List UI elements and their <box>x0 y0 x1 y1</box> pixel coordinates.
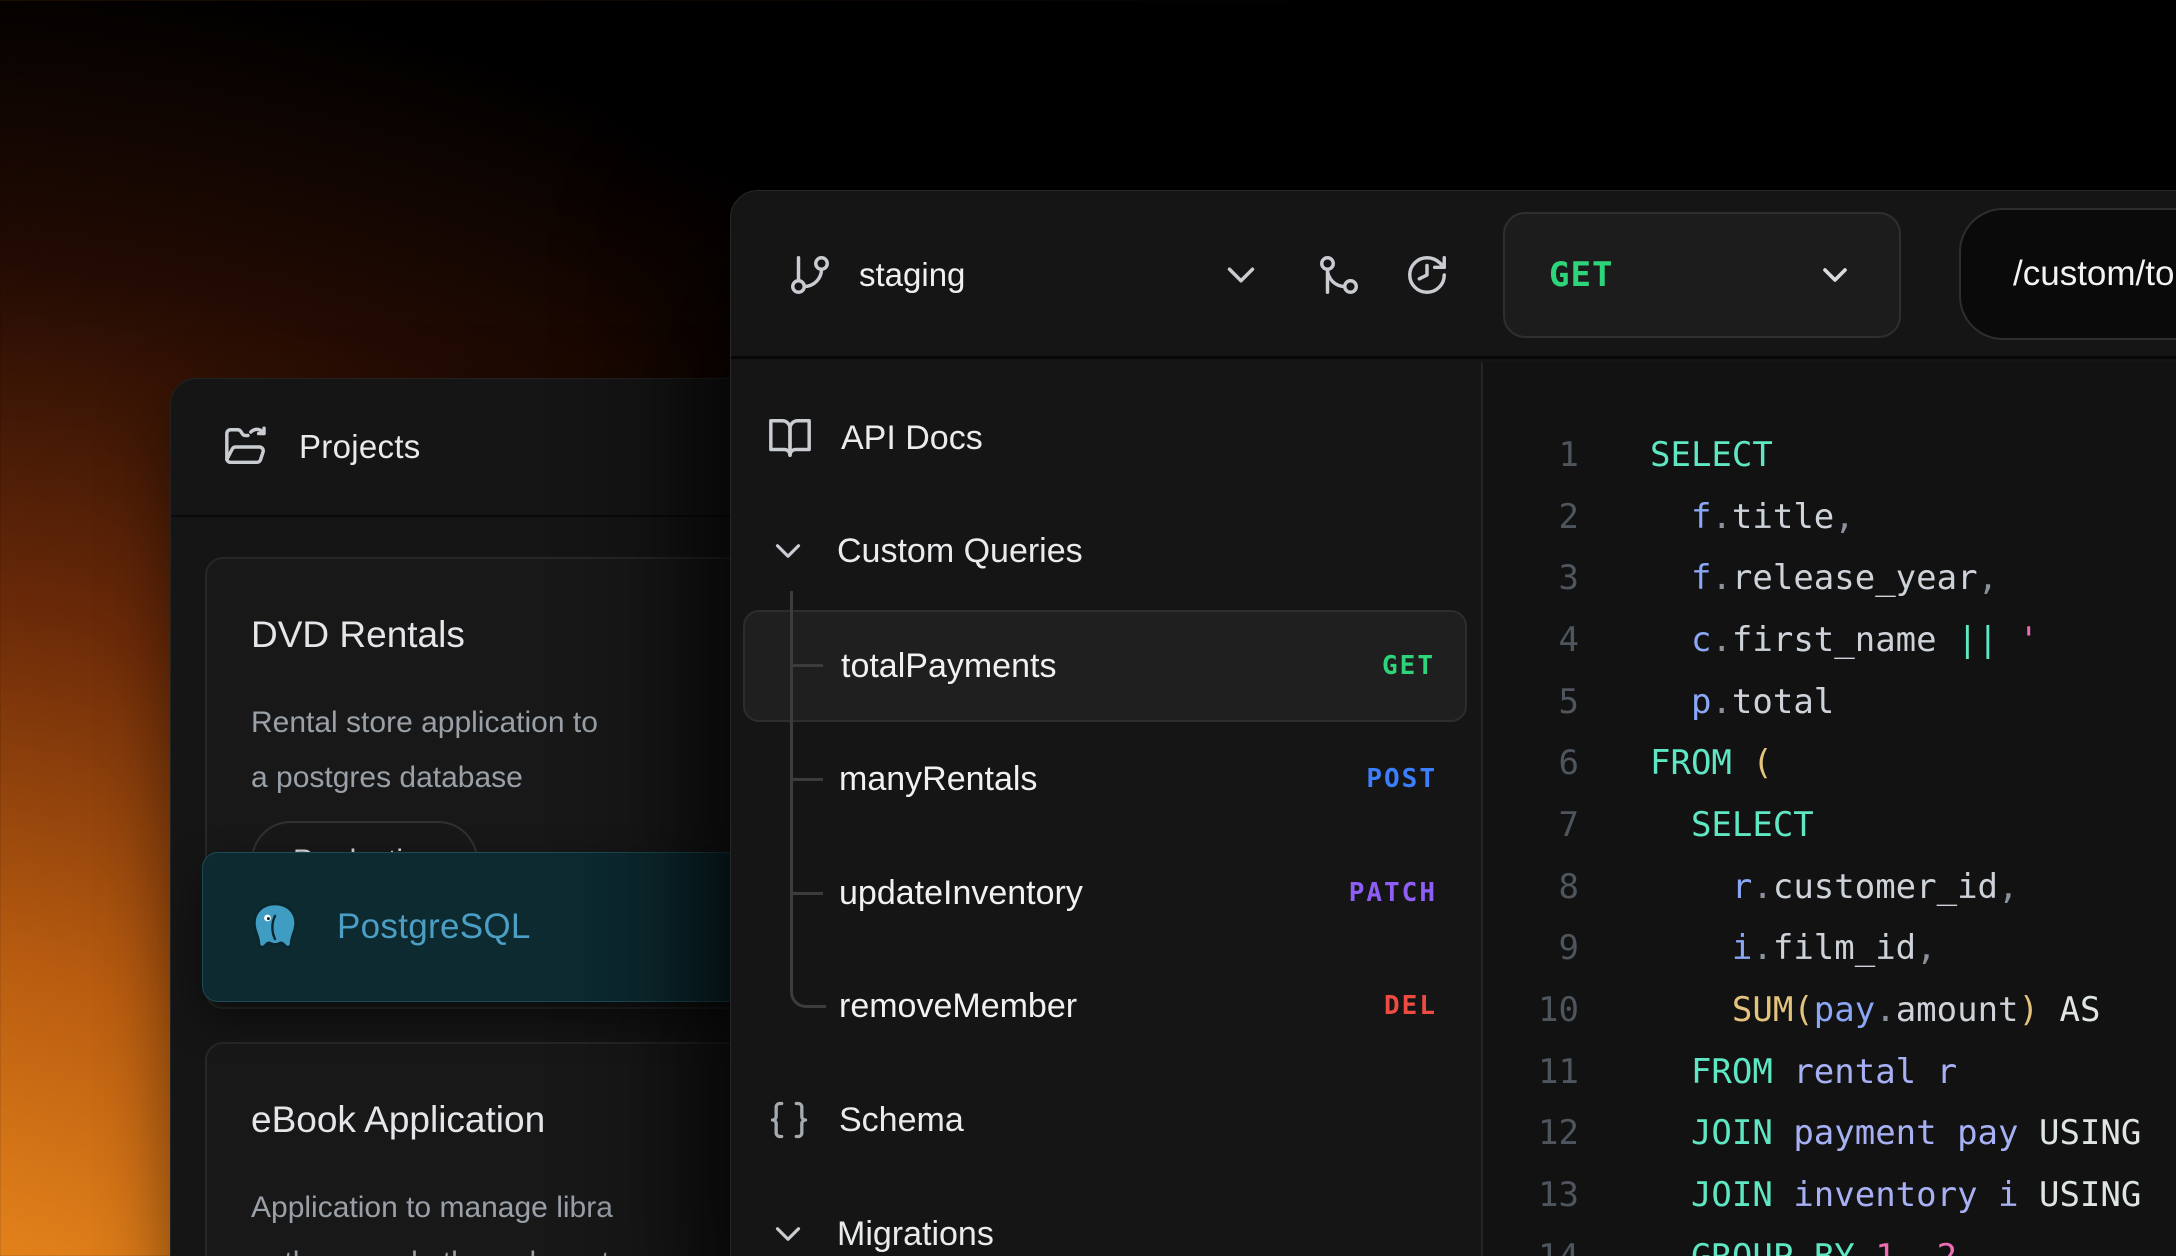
folder-open-icon <box>223 424 269 470</box>
line-number: 10 <box>1483 990 1579 1030</box>
line-number: 5 <box>1483 682 1579 722</box>
chevron-down-icon <box>767 1213 809 1255</box>
code-line[interactable]: 11 FROM rental r <box>1483 1041 2176 1103</box>
line-number: 14 <box>1483 1237 1579 1256</box>
tree-connector-stub <box>791 664 823 667</box>
sidebar-item-label: Migrations <box>837 1215 994 1254</box>
chevron-down-icon[interactable] <box>1218 252 1264 298</box>
code-line[interactable]: 12 JOIN payment pay USING <box>1483 1103 2176 1165</box>
code-text: FROM ( <box>1579 743 1773 783</box>
chevron-down-icon <box>1815 255 1855 295</box>
code-line[interactable]: 1SELECT <box>1483 424 2176 486</box>
code-text: FROM rental r <box>1579 1052 1957 1092</box>
api-studio-panel: staging GET /custom/to <box>730 190 2176 1256</box>
code-text: i.film_id, <box>1579 928 1937 968</box>
code-line[interactable]: 10 SUM(pay.amount) AS <box>1483 979 2176 1041</box>
line-number: 6 <box>1483 743 1579 783</box>
code-line[interactable]: 2 f.title, <box>1483 486 2176 548</box>
tree-connector-stub <box>791 778 823 781</box>
code-text: SUM(pay.amount) AS <box>1579 990 2100 1030</box>
query-row-updateInventory[interactable]: updateInventory PATCH <box>743 837 1467 949</box>
line-number: 8 <box>1483 867 1579 907</box>
code-text: f.release_year, <box>1579 558 1998 598</box>
braces-icon <box>767 1098 811 1142</box>
method-badge: GET <box>1382 651 1435 681</box>
line-number: 9 <box>1483 928 1579 968</box>
sidebar-item-schema[interactable]: Schema <box>731 1070 1479 1170</box>
code-text: p.total <box>1579 682 1834 722</box>
query-row-totalPayments[interactable]: totalPayments GET <box>743 610 1467 722</box>
line-number: 4 <box>1483 620 1579 660</box>
query-row-removeMember[interactable]: removeMember DEL <box>743 950 1467 1062</box>
method-badge: POST <box>1366 764 1437 794</box>
sidebar-item-label: API Docs <box>841 419 983 458</box>
sidebar-item-label: Custom Queries <box>837 532 1083 571</box>
query-label: totalPayments <box>841 647 1056 686</box>
code-text: c.first_name || ' <box>1579 620 2039 660</box>
code-text: JOIN payment pay USING <box>1579 1113 2141 1153</box>
url-value: /custom/to <box>2013 254 2174 294</box>
postgresql-tooltip: PostgreSQL <box>202 852 802 1002</box>
code-text: f.title, <box>1579 497 1855 537</box>
code-line[interactable]: 14 GROUP BY 1, 2 <box>1483 1226 2176 1256</box>
tree-connector-elbow <box>790 963 826 1008</box>
postgresql-elephant-icon <box>247 899 303 955</box>
line-number: 11 <box>1483 1052 1579 1092</box>
sidebar-item-custom-queries[interactable]: Custom Queries <box>731 501 1479 601</box>
code-line[interactable]: 3 f.release_year, <box>1483 547 2176 609</box>
code-text: SELECT <box>1579 805 1814 845</box>
line-number: 3 <box>1483 558 1579 598</box>
git-branch-icon <box>787 252 833 298</box>
method-select[interactable]: GET <box>1503 212 1901 338</box>
query-row-manyRentals[interactable]: manyRentals POST <box>743 723 1467 835</box>
postgresql-label: PostgreSQL <box>337 907 531 947</box>
url-input[interactable]: /custom/to <box>1959 208 2176 340</box>
query-label: removeMember <box>839 987 1077 1026</box>
branch-name: staging <box>859 256 965 294</box>
line-number: 13 <box>1483 1175 1579 1215</box>
query-label: updateInventory <box>839 874 1083 913</box>
code-text: GROUP BY 1, 2 <box>1579 1237 1957 1256</box>
code-line[interactable]: 5 p.total <box>1483 671 2176 733</box>
query-label: manyRentals <box>839 760 1037 799</box>
branch-selector[interactable]: staging <box>787 191 965 359</box>
request-topbar: staging GET /custom/to <box>731 191 2176 359</box>
book-open-icon <box>767 415 813 461</box>
code-text: r.customer_id, <box>1579 867 2019 907</box>
sidebar-item-label: Schema <box>839 1101 964 1140</box>
chevron-down-icon <box>767 530 809 572</box>
sidebar-item-api-docs[interactable]: API Docs <box>731 388 1479 488</box>
line-number: 7 <box>1483 805 1579 845</box>
code-line[interactable]: 6FROM ( <box>1483 732 2176 794</box>
code-lines: 1SELECT2 f.title,3 f.release_year,4 c.fi… <box>1483 424 2176 1256</box>
tree-connector-stub <box>791 892 823 895</box>
line-number: 2 <box>1483 497 1579 537</box>
git-merge-icon[interactable] <box>1316 252 1362 298</box>
code-line[interactable]: 7 SELECT <box>1483 794 2176 856</box>
code-text: JOIN inventory i USING <box>1579 1175 2141 1215</box>
sql-editor[interactable]: 1SELECT2 f.title,3 f.release_year,4 c.fi… <box>1483 362 2176 1256</box>
line-number: 1 <box>1483 435 1579 475</box>
method-badge: DEL <box>1384 991 1437 1021</box>
method-value: GET <box>1549 255 1613 295</box>
tree-connector-line <box>790 591 793 963</box>
method-badge: PATCH <box>1349 878 1437 908</box>
code-line[interactable]: 13 JOIN inventory i USING <box>1483 1164 2176 1226</box>
code-line[interactable]: 8 r.customer_id, <box>1483 856 2176 918</box>
sidebar-item-migrations[interactable]: Migrations <box>731 1184 1479 1256</box>
history-icon[interactable] <box>1404 252 1450 298</box>
code-text: SELECT <box>1579 435 1773 475</box>
line-number: 12 <box>1483 1113 1579 1153</box>
code-line[interactable]: 4 c.first_name || ' <box>1483 609 2176 671</box>
code-line[interactable]: 9 i.film_id, <box>1483 918 2176 980</box>
projects-title: Projects <box>299 428 421 466</box>
